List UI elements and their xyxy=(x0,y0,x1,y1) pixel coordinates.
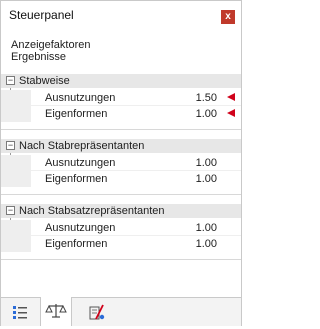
row-gutter xyxy=(1,220,31,236)
section-header[interactable]: − Nach Stabrepräsentanten xyxy=(1,139,241,153)
row-label: Eigenformen xyxy=(45,173,108,185)
tab-member-results[interactable] xyxy=(81,298,111,326)
row-value[interactable]: 1.00 xyxy=(181,157,217,169)
section-divider xyxy=(1,259,241,260)
section-label: Stabweise xyxy=(19,75,70,87)
member-result-icon xyxy=(89,304,105,320)
row-label: Eigenformen xyxy=(45,238,108,250)
row-gutter xyxy=(1,155,31,171)
row-gutter xyxy=(1,236,31,252)
table-row[interactable]: Ausnutzungen 1.00 xyxy=(1,220,241,236)
table-row[interactable]: Ausnutzungen 1.00 xyxy=(1,155,241,171)
collapse-icon[interactable]: − xyxy=(6,141,15,150)
close-button[interactable]: x xyxy=(221,10,235,24)
row-value[interactable]: 1.00 xyxy=(181,238,217,250)
tab-list[interactable] xyxy=(5,298,35,326)
table-row[interactable]: Ausnutzungen 1.50 xyxy=(1,90,241,106)
row-value[interactable]: 1.00 xyxy=(181,173,217,185)
close-icon: x xyxy=(225,11,231,22)
row-label: Ausnutzungen xyxy=(45,222,116,234)
row-gutter xyxy=(1,106,31,122)
table-row[interactable]: Eigenformen 1.00 xyxy=(1,171,241,187)
tab-display-factors[interactable] xyxy=(40,297,72,326)
row-gutter xyxy=(1,171,31,187)
row-value[interactable]: 1.00 xyxy=(181,108,217,120)
modified-flag-icon xyxy=(227,109,235,117)
row-value[interactable]: 1.00 xyxy=(181,222,217,234)
section-header[interactable]: − Stabweise xyxy=(1,74,241,88)
row-gutter xyxy=(1,90,31,106)
row-value[interactable]: 1.50 xyxy=(181,92,217,104)
row-label: Ausnutzungen xyxy=(45,92,116,104)
collapse-icon[interactable]: − xyxy=(6,76,15,85)
collapse-icon[interactable]: − xyxy=(6,206,15,215)
display-factors-label: Anzeigefaktoren xyxy=(11,39,91,51)
modified-flag-icon xyxy=(227,93,235,101)
table-row[interactable]: Eigenformen 1.00 xyxy=(1,236,241,252)
row-label: Ausnutzungen xyxy=(45,157,116,169)
row-label: Eigenformen xyxy=(45,108,108,120)
table-row[interactable]: Eigenformen 1.00 xyxy=(1,106,241,122)
panel-tab-bar xyxy=(1,297,241,326)
panel-titlebar: Steuerpanel x xyxy=(1,1,241,30)
list-icon xyxy=(13,306,27,319)
section-divider xyxy=(1,129,241,130)
section-label: Nach Stabrepräsentanten xyxy=(19,140,145,152)
info-block: Anzeigefaktoren Ergebnisse xyxy=(11,39,91,63)
section-divider xyxy=(1,194,241,195)
control-panel: Steuerpanel x Anzeigefaktoren Ergebnisse… xyxy=(0,0,242,326)
panel-title: Steuerpanel xyxy=(9,8,74,22)
section-label: Nach Stabsatzrepräsentanten xyxy=(19,205,165,217)
section-header[interactable]: − Nach Stabsatzrepräsentanten xyxy=(1,204,241,218)
scale-balance-icon xyxy=(45,304,67,318)
results-label: Ergebnisse xyxy=(11,51,67,63)
